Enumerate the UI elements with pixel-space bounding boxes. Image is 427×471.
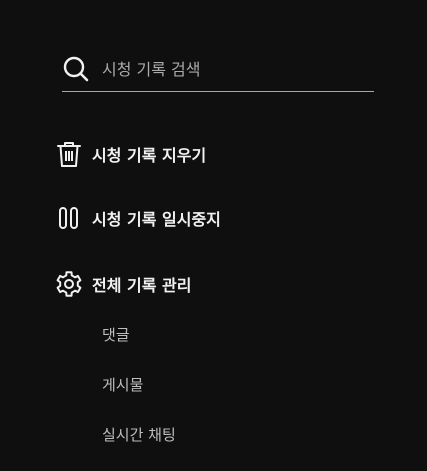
pause-icon xyxy=(55,204,83,232)
pause-watch-history-label: 시청 기록 일시중지 xyxy=(92,210,221,229)
search-history-bar[interactable] xyxy=(62,47,374,92)
trash-icon xyxy=(55,140,83,168)
clear-watch-history-button[interactable]: 시청 기록 지우기 xyxy=(55,138,206,170)
search-history-input[interactable] xyxy=(102,59,362,79)
manage-all-history-button[interactable]: 전체 기록 관리 xyxy=(55,268,191,300)
history-side-panel: 시청 기록 지우기 시청 기록 일시중지 전체 기록 관리 댓글 게시물 실시간… xyxy=(0,0,427,471)
manage-posts-link[interactable]: 게시물 xyxy=(102,371,143,399)
pause-watch-history-button[interactable]: 시청 기록 일시중지 xyxy=(55,202,221,234)
search-icon[interactable] xyxy=(62,55,90,83)
manage-live-chat-link[interactable]: 실시간 채팅 xyxy=(102,421,176,449)
manage-comments-link[interactable]: 댓글 xyxy=(102,321,130,349)
manage-all-history-label: 전체 기록 관리 xyxy=(92,276,192,295)
gear-icon xyxy=(55,270,83,298)
clear-watch-history-label: 시청 기록 지우기 xyxy=(92,146,207,165)
